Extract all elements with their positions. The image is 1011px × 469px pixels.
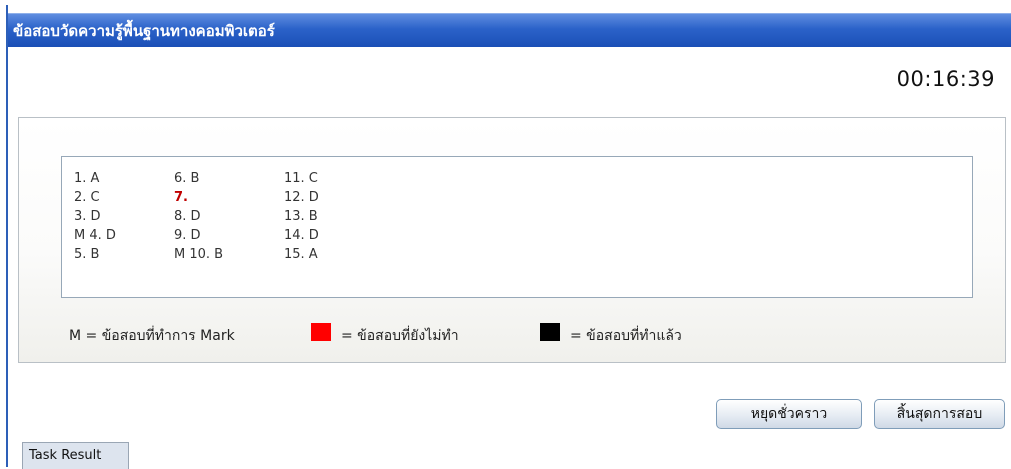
answer-item[interactable]: 9. D [174, 226, 223, 245]
legend-unanswered: = ข้อสอบที่ยังไม่ทำ [341, 328, 459, 344]
answer-item[interactable]: 15. A [284, 245, 319, 264]
answer-summary-panel: 1. A 2. C 3. D M 4. D 5. B 6. B 7. 8. D … [18, 117, 1006, 363]
answer-item[interactable]: M 10. B [174, 245, 223, 264]
finish-exam-button[interactable]: สิ้นสุดการสอบ [874, 399, 1005, 429]
answer-item[interactable]: 12. D [284, 188, 319, 207]
answer-item[interactable]: 14. D [284, 226, 319, 245]
pause-button[interactable]: หยุดชั่วคราว [716, 399, 862, 429]
answer-column-1: 1. A 2. C 3. D M 4. D 5. B [74, 169, 116, 264]
exam-window: ข้อสอบวัดความรู้พื้นฐานทางคอมพิวเตอร์ 00… [6, 5, 1011, 469]
answer-column-2: 6. B 7. 8. D 9. D M 10. B [174, 169, 223, 264]
legend-marked: M = ข้อสอบที่ทำการ Mark [69, 328, 235, 344]
answer-item[interactable]: 3. D [74, 207, 116, 226]
tab-task-result[interactable]: Task Result [22, 442, 129, 469]
unanswered-swatch [311, 323, 331, 341]
answer-item[interactable]: 11. C [284, 169, 319, 188]
window-title: ข้อสอบวัดความรู้พื้นฐานทางคอมพิวเตอร์ [8, 13, 1011, 47]
answer-item[interactable]: M 4. D [74, 226, 116, 245]
answer-column-3: 11. C 12. D 13. B 14. D 15. A [284, 169, 319, 264]
answered-swatch [540, 323, 560, 341]
answer-item[interactable]: 5. B [74, 245, 116, 264]
answer-item[interactable]: 8. D [174, 207, 223, 226]
countdown-timer: 00:16:39 [896, 67, 995, 91]
answer-item[interactable]: 1. A [74, 169, 116, 188]
legend-answered: = ข้อสอบที่ทำแล้ว [570, 328, 682, 344]
answer-item[interactable]: 2. C [74, 188, 116, 207]
answer-item[interactable]: 13. B [284, 207, 319, 226]
answer-item-current[interactable]: 7. [174, 188, 223, 207]
answer-item[interactable]: 6. B [174, 169, 223, 188]
answer-grid: 1. A 2. C 3. D M 4. D 5. B 6. B 7. 8. D … [61, 156, 973, 298]
